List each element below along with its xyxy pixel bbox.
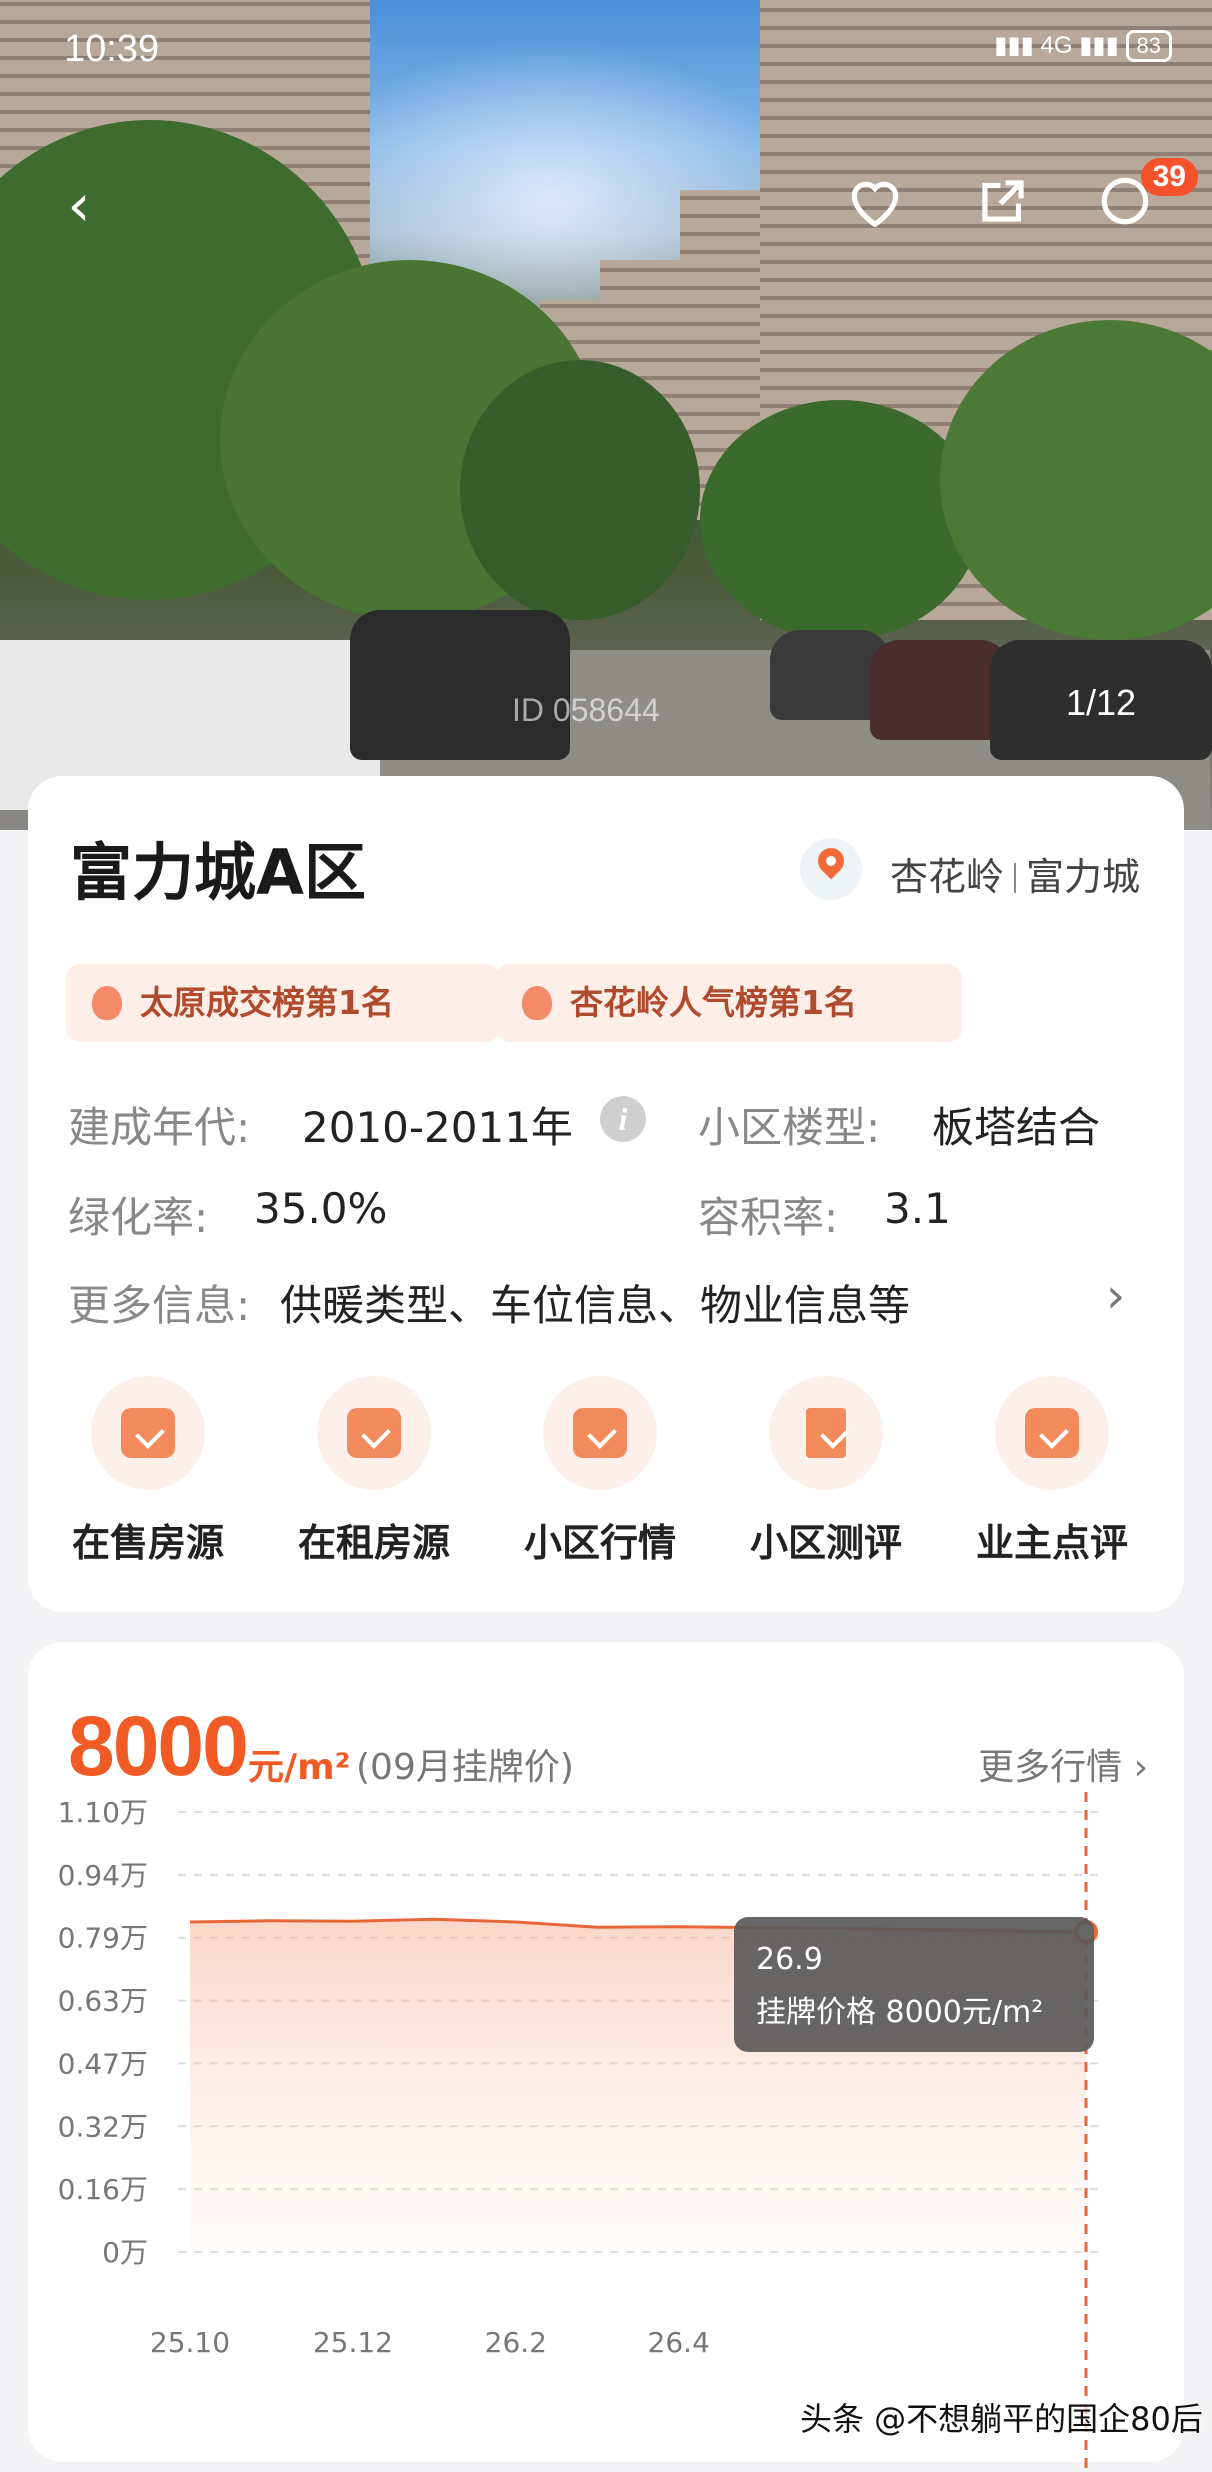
x-tick-label: 26.2 bbox=[485, 2326, 547, 2359]
status-icons: ▮▮▮ 4G ▮▮▮ 83 bbox=[994, 30, 1172, 62]
photo-id: ID 058644 bbox=[512, 692, 660, 729]
comment-icon bbox=[995, 1376, 1109, 1490]
tree bbox=[460, 360, 700, 620]
build-year-label: 建成年代: bbox=[68, 1094, 250, 1155]
house-check-icon bbox=[91, 1376, 205, 1490]
quick-for-rent[interactable]: 在租房源 bbox=[264, 1376, 484, 1567]
plot-ratio-value: 3.1 bbox=[884, 1184, 951, 1233]
quick-label: 小区行情 bbox=[490, 1512, 710, 1567]
tree bbox=[700, 400, 980, 640]
signal-icon: ▮▮▮ 4G ▮▮▮ bbox=[994, 32, 1119, 59]
tooltip-value: 挂牌价格 8000元/m² bbox=[756, 1995, 1043, 2030]
more-info-row[interactable]: 更多信息: 供暖类型、车位信息、物业信息等 › bbox=[28, 1256, 1184, 1336]
x-tick-label: 25.10 bbox=[150, 2326, 230, 2359]
y-tick-label: 0.94万 bbox=[58, 1859, 148, 1892]
tooltip-date: 26.9 bbox=[756, 1942, 823, 1977]
car bbox=[870, 640, 1010, 740]
price-chart[interactable]: 1.10万 0.94万 0.79万 0.63万 0.47万 0.32万 0.16万 0万 25.… bbox=[28, 1792, 1184, 2472]
share-icon bbox=[972, 170, 1034, 232]
watermark: 头条 @不想躺平的国企80后 bbox=[800, 2394, 1203, 2440]
quick-for-sale[interactable]: 在售房源 bbox=[38, 1376, 258, 1567]
community-info-card: 富力城A区 杏花岭富力城 太原成交榜第1名 杏花岭人气榜第1名 建成年代: 20… bbox=[28, 776, 1184, 1612]
price-value: 8000 bbox=[68, 1698, 247, 1795]
y-tick-label: 0.16万 bbox=[58, 2173, 148, 2206]
rank-tag-popularity[interactable]: 杏花岭人气榜第1名 bbox=[496, 964, 962, 1042]
plot-ratio-label: 容积率: bbox=[698, 1184, 838, 1245]
price-unit: 元/m² bbox=[248, 1738, 350, 1790]
green-rate-label: 绿化率: bbox=[68, 1184, 208, 1245]
battery-icon: 83 bbox=[1126, 30, 1172, 62]
y-tick-label: 0.79万 bbox=[58, 1922, 148, 1955]
status-time: 10:39 bbox=[64, 28, 159, 71]
quick-label: 在售房源 bbox=[38, 1512, 258, 1567]
back-button[interactable]: ‹ bbox=[44, 170, 114, 240]
quick-market[interactable]: 小区行情 bbox=[490, 1376, 710, 1567]
x-tick-label: 26.4 bbox=[648, 2326, 710, 2359]
building-type-value: 板塔结合 bbox=[932, 1094, 1100, 1155]
price-note: (09月挂牌价) bbox=[356, 1738, 574, 1790]
y-tick-label: 0.32万 bbox=[58, 2110, 148, 2143]
rank-tag-label: 杏花岭人气榜第1名 bbox=[570, 983, 857, 1022]
chevron-right-icon: › bbox=[1106, 1268, 1125, 1324]
green-rate-value: 35.0% bbox=[254, 1184, 387, 1233]
community-location[interactable]: 杏花岭富力城 bbox=[890, 846, 1140, 901]
photo-counter: 1/12 bbox=[1066, 682, 1136, 724]
quick-review[interactable]: 小区测评 bbox=[716, 1376, 936, 1567]
more-market-label: 更多行情 bbox=[978, 1747, 1122, 1788]
building-type-label: 小区楼型: bbox=[698, 1094, 880, 1155]
build-year-value: 2010-2011年 bbox=[302, 1094, 573, 1155]
rank-tag-deals[interactable]: 太原成交榜第1名 bbox=[66, 964, 500, 1042]
location-pin-icon[interactable] bbox=[800, 838, 862, 900]
y-tick-label: 0万 bbox=[102, 2236, 148, 2269]
y-tick-label: 1.10万 bbox=[58, 1796, 148, 1829]
heart-icon bbox=[844, 170, 906, 232]
y-tick-label: 0.63万 bbox=[58, 1985, 148, 2018]
favorite-button[interactable] bbox=[840, 170, 910, 240]
car bbox=[350, 610, 570, 760]
notification-badge: 39 bbox=[1141, 158, 1198, 196]
community-photo[interactable]: 10:39 ▮▮▮ 4G ▮▮▮ 83 ‹ 39 ID 058644 1/12 bbox=[0, 0, 1212, 830]
location-name: 富力城 bbox=[1026, 855, 1140, 899]
house-key-icon bbox=[317, 1376, 431, 1490]
share-button[interactable] bbox=[968, 170, 1038, 240]
fire-icon bbox=[92, 986, 122, 1020]
trend-chart-icon bbox=[543, 1376, 657, 1490]
rank-tag-label: 太原成交榜第1名 bbox=[140, 983, 394, 1022]
location-area: 杏花岭 bbox=[890, 855, 1004, 899]
more-market-link[interactable]: 更多行情 › bbox=[978, 1738, 1148, 1790]
quick-label: 业主点评 bbox=[942, 1512, 1162, 1567]
more-info-value: 供暖类型、车位信息、物业信息等 bbox=[280, 1272, 910, 1333]
y-tick-label: 0.47万 bbox=[58, 2047, 148, 2080]
tooltip-box bbox=[734, 1917, 1094, 2052]
more-info-label: 更多信息: bbox=[68, 1272, 250, 1333]
thumb-icon bbox=[522, 986, 552, 1020]
divider bbox=[1014, 863, 1016, 893]
price-trend-card: 8000 元/m² (09月挂牌价) 更多行情 › 1.10万 0.94万 0.79… bbox=[28, 1642, 1184, 2462]
quick-label: 在租房源 bbox=[264, 1512, 484, 1567]
building-icon bbox=[769, 1376, 883, 1490]
community-name: 富力城A区 bbox=[70, 822, 366, 912]
quick-label: 小区测评 bbox=[716, 1512, 936, 1567]
x-tick-label: 25.12 bbox=[313, 2326, 393, 2359]
info-icon[interactable]: i bbox=[600, 1096, 646, 1142]
quick-owner-comments[interactable]: 业主点评 bbox=[942, 1376, 1162, 1567]
